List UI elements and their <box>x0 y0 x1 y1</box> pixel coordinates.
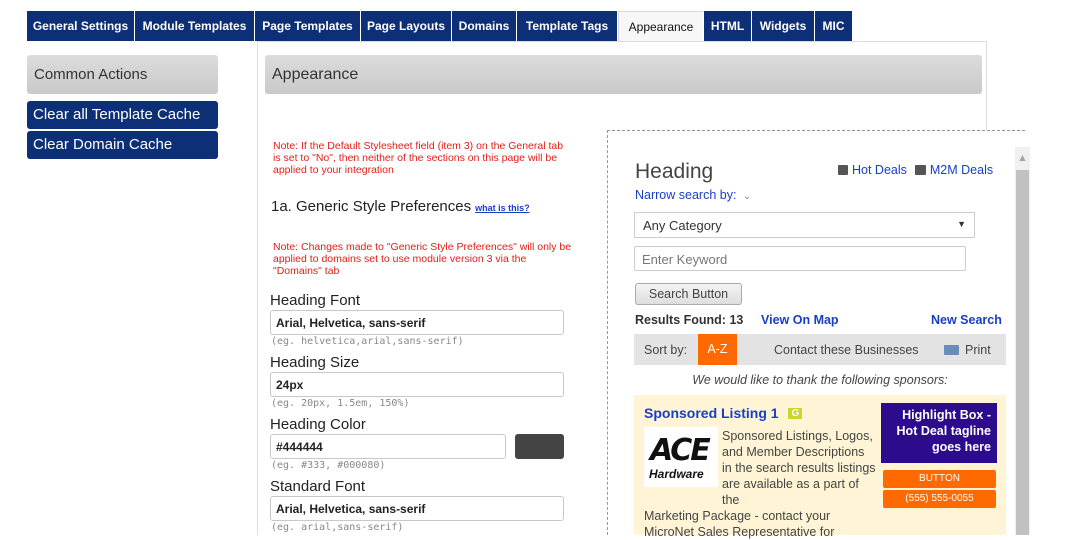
deals-links: Hot Deals M2M Deals <box>838 163 993 177</box>
keyword-input[interactable]: Enter Keyword <box>634 246 966 271</box>
preview-scrollbar-thumb[interactable] <box>1016 170 1029 535</box>
sponsored-listing-title[interactable]: Sponsored Listing 1 G <box>644 405 803 421</box>
sponsors-thanks: We would like to thank the following spo… <box>692 373 948 387</box>
scroll-up-arrow-icon[interactable]: ▲ <box>1015 150 1030 165</box>
heading-font-label: Heading Font <box>270 292 361 309</box>
tab-template-tags[interactable]: Template Tags <box>517 11 618 41</box>
tab-widgets[interactable]: Widgets <box>752 11 815 41</box>
sponsored-description-continued: Marketing Package - contact your MicroNe… <box>644 509 835 539</box>
tab-general-settings[interactable]: General Settings <box>27 11 135 41</box>
panel-title: Appearance <box>265 55 982 94</box>
section-title-text: 1a. Generic Style Preferences <box>271 198 472 215</box>
search-button[interactable]: Search Button <box>635 283 742 305</box>
heading-color-label: Heading Color <box>270 416 366 433</box>
m2m-deals-link[interactable]: M2M Deals <box>930 163 993 177</box>
heading-size-hint: (eg. 20px, 1.5em, 150%) <box>271 398 410 409</box>
ace-hardware-logo: ACE Hardware <box>644 427 718 487</box>
hot-deals-link[interactable]: Hot Deals <box>852 163 907 177</box>
what-is-this-link[interactable]: what is this? <box>475 203 530 213</box>
new-search-link[interactable]: New Search <box>931 313 1002 327</box>
tab-appearance[interactable]: Appearance <box>618 11 704 41</box>
heading-font-hint: (eg. helvetica,arial,sans-serif) <box>271 336 464 347</box>
tab-domains[interactable]: Domains <box>452 11 517 41</box>
sponsor-badge: G <box>788 408 803 419</box>
highlight-box: Highlight Box - Hot Deal tagline goes he… <box>881 403 997 463</box>
heading-size-label: Heading Size <box>270 354 360 371</box>
view-on-map-link[interactable]: View On Map <box>761 313 839 327</box>
generic-style-note: Note: Changes made to "Generic Style Pre… <box>273 241 572 277</box>
standard-font-input[interactable]: Arial, Helvetica, sans-serif <box>270 496 564 521</box>
hot-deals-icon <box>838 165 848 175</box>
clear-template-cache-button[interactable]: Clear all Template Cache <box>27 101 218 129</box>
tab-module-templates[interactable]: Module Templates <box>135 11 255 41</box>
heading-color-input[interactable]: #444444 <box>270 434 506 459</box>
narrow-search-toggle[interactable]: Narrow search by: ⌄ <box>635 188 751 202</box>
stylesheet-note: Note: If the Default Stylesheet field (i… <box>273 140 564 176</box>
heading-color-swatch[interactable] <box>515 434 564 459</box>
sponsored-description: Sponsored Listings, Logos, and Member De… <box>722 429 876 507</box>
contact-businesses-link[interactable]: Contact these Businesses <box>774 343 919 357</box>
print-label: Print <box>965 343 991 357</box>
sort-by-label: Sort by: <box>644 343 688 357</box>
heading-font-input[interactable]: Arial, Helvetica, sans-serif <box>270 310 564 335</box>
tab-page-templates[interactable]: Page Templates <box>255 11 361 41</box>
dropdown-arrow-icon: ▼ <box>957 219 966 229</box>
m2m-deals-icon <box>914 165 926 175</box>
heading-size-input[interactable]: 24px <box>270 372 564 397</box>
clear-domain-cache-button[interactable]: Clear Domain Cache <box>27 131 218 159</box>
tab-page-layouts[interactable]: Page Layouts <box>361 11 452 41</box>
print-action[interactable]: Print <box>944 343 991 357</box>
standard-font-hint: (eg. arial,sans-serif) <box>271 522 404 533</box>
phone-button[interactable]: (555) 555-0055 <box>883 490 996 508</box>
printer-icon <box>944 345 959 355</box>
top-tab-bar: General Settings Module Templates Page Tem… <box>27 11 853 41</box>
category-select[interactable]: Any Category ▼ <box>634 212 975 238</box>
heading-color-hint: (eg. #333, #000080) <box>271 460 386 471</box>
common-actions-header: Common Actions <box>27 55 218 94</box>
section-title: 1a. Generic Style Preferences what is thi… <box>271 198 530 215</box>
highlight-button[interactable]: BUTTON <box>883 470 996 488</box>
logo-main-text: ACE <box>650 433 711 468</box>
standard-font-label: Standard Font <box>270 478 366 495</box>
sponsored-listing-name: Sponsored Listing 1 <box>644 405 779 421</box>
preview-heading: Heading <box>635 160 714 183</box>
results-count: Results Found: 13 <box>635 313 744 327</box>
narrow-search-label: Narrow search by: <box>635 188 737 202</box>
category-select-value: Any Category <box>643 218 722 233</box>
logo-sub-text: Hardware <box>649 467 704 481</box>
tab-html[interactable]: HTML <box>704 11 752 41</box>
tab-mic[interactable]: MIC <box>815 11 853 41</box>
chevron-down-icon: ⌄ <box>742 191 752 202</box>
sort-az-button[interactable]: A-Z <box>698 334 737 365</box>
